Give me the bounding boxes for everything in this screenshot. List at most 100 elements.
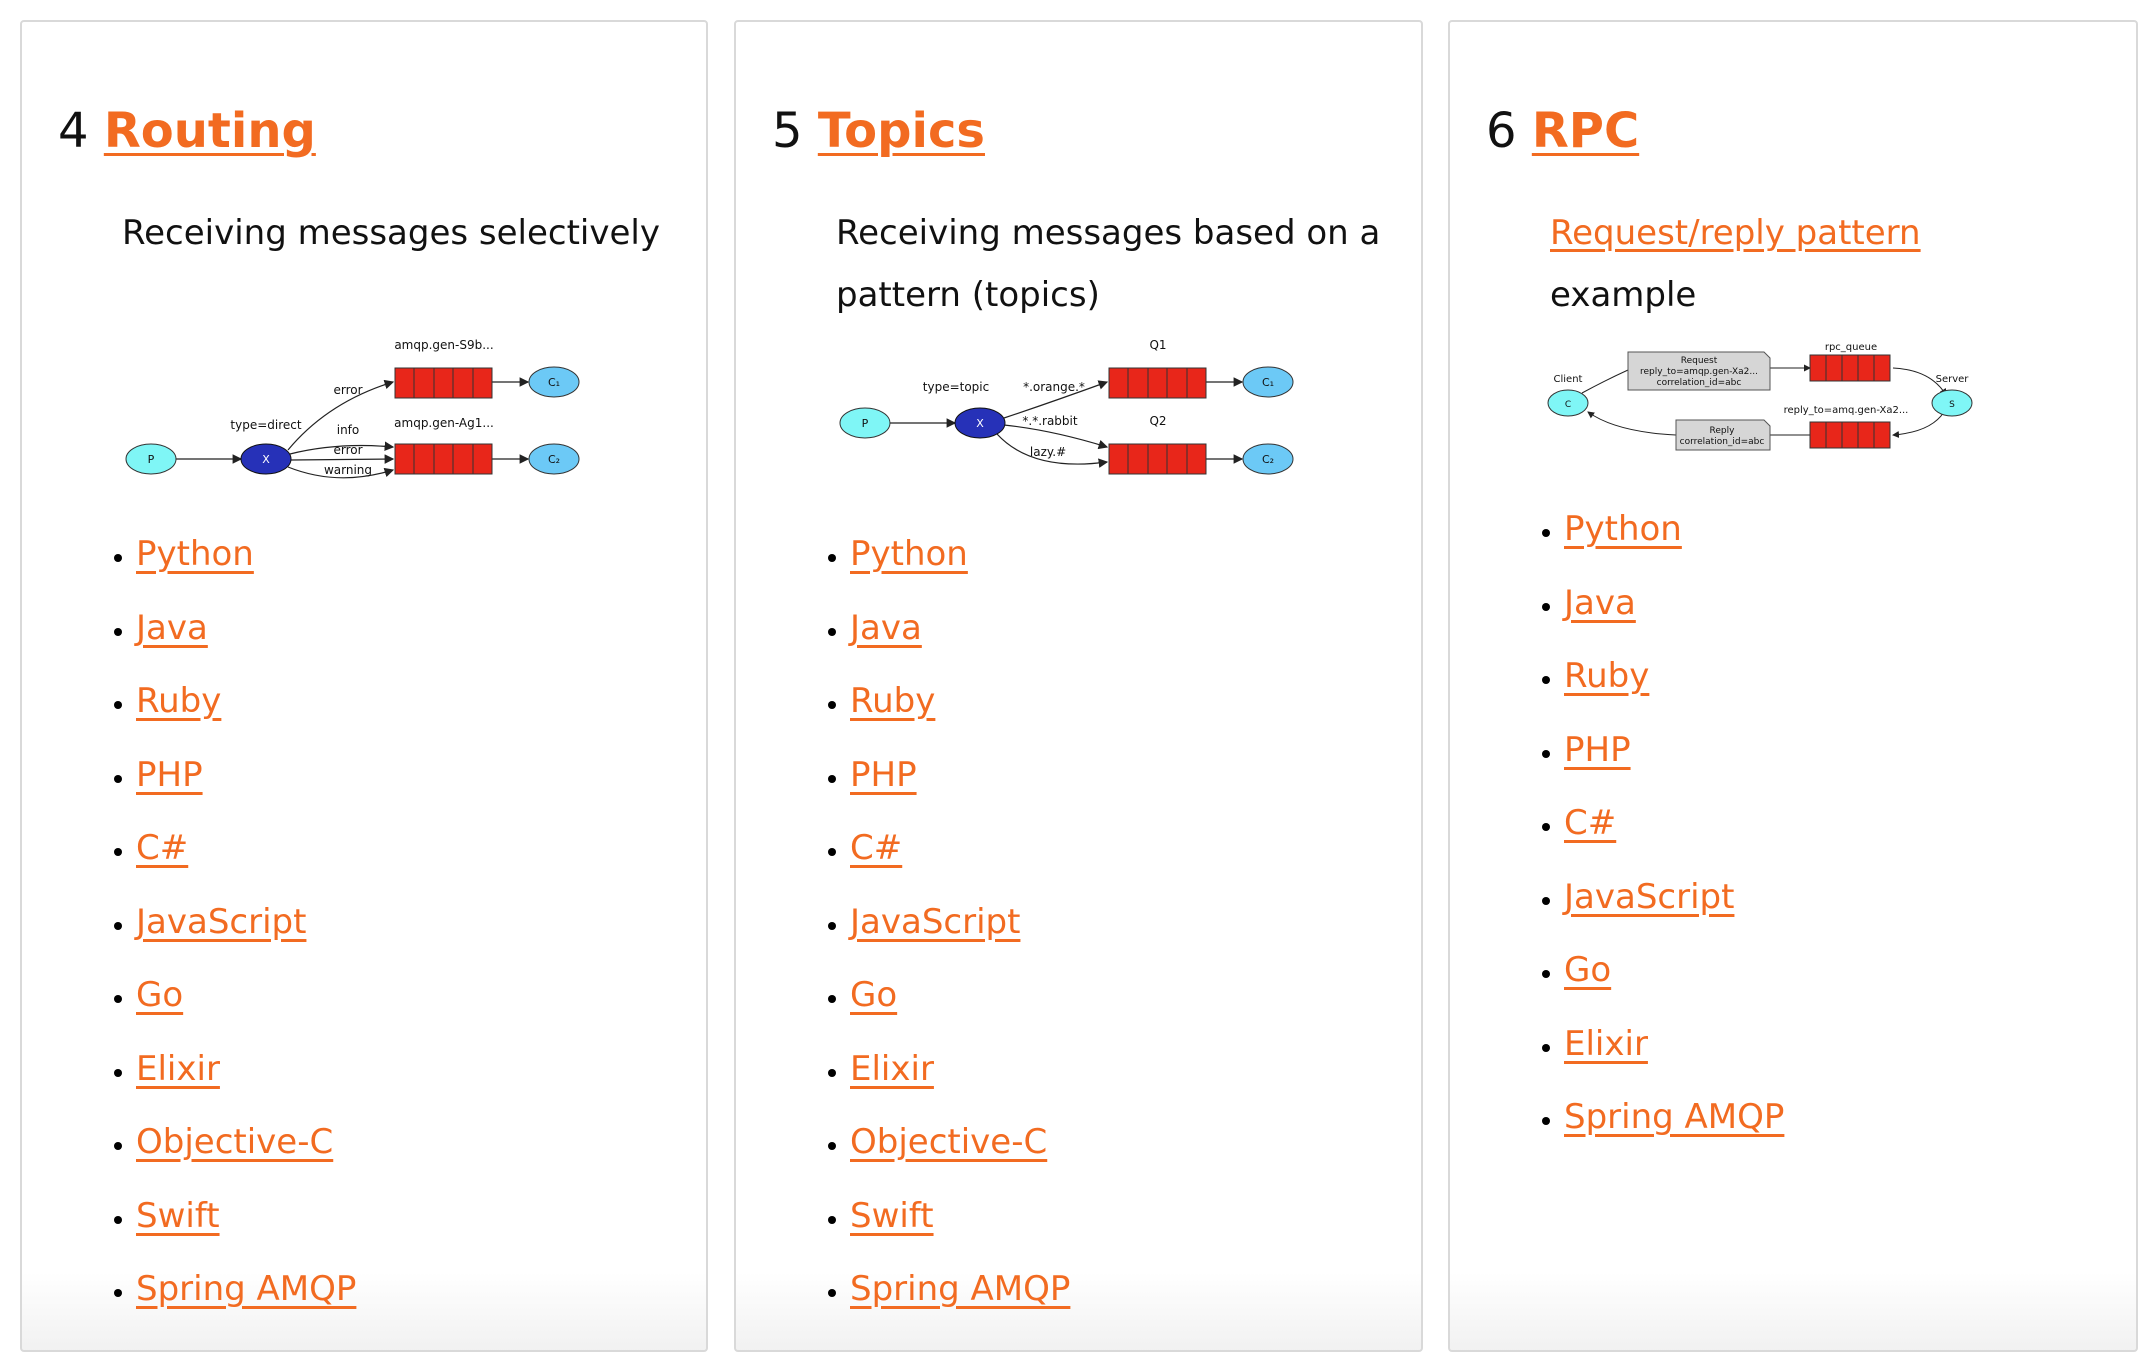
edge-client-request <box>1581 369 1629 394</box>
language-link-go[interactable]: Go <box>1564 950 1611 990</box>
language-link-java[interactable]: Java <box>136 608 208 648</box>
list-item: Objective-C <box>136 1106 356 1180</box>
language-link-swift[interactable]: Swift <box>136 1196 220 1236</box>
language-link-ruby[interactable]: Ruby <box>1564 656 1649 696</box>
edge-label-q1: *.orange.* <box>1023 380 1085 394</box>
server-node-label: S <box>1949 400 1955 410</box>
topics-diagram: P X type=topic Q1 Q2 *.orange.* *.*.rabb… <box>839 338 1294 475</box>
language-link-python[interactable]: Python <box>850 534 968 574</box>
language-link-csharp[interactable]: C# <box>1564 803 1616 843</box>
language-link-javascript[interactable]: JavaScript <box>850 902 1020 942</box>
language-list: Python Java Ruby PHP C# JavaScript Go El… <box>98 518 356 1327</box>
edge-reply-client <box>1587 411 1677 436</box>
exchange-type-label: type=direct <box>230 418 301 432</box>
exchange-node-label: X <box>976 417 984 430</box>
list-item: Go <box>1564 934 1784 1008</box>
language-link-python[interactable]: Python <box>136 534 254 574</box>
list-item: Python <box>136 518 356 592</box>
edge-label-q2-error: error <box>333 443 362 457</box>
queue2-label: amqp.gen-Ag1... <box>394 416 494 430</box>
language-link-swift[interactable]: Swift <box>850 1196 934 1236</box>
language-link-go[interactable]: Go <box>136 975 183 1015</box>
exchange-type-label: type=topic <box>923 380 989 394</box>
list-item: Ruby <box>850 665 1070 739</box>
edge-x-q2-rabbit <box>1003 424 1109 450</box>
edge-label-q2-info: info <box>337 423 360 437</box>
tutorial-card-routing: 4 Routing Receiving messages selectively… <box>20 20 708 1352</box>
consumer1-label: C₁ <box>1262 376 1274 389</box>
language-link-ruby[interactable]: Ruby <box>136 681 221 721</box>
language-link-javascript[interactable]: JavaScript <box>136 902 306 942</box>
routing-diagram: P X type=direct amqp.gen-S9b... amqp.gen… <box>125 338 580 479</box>
language-link-java[interactable]: Java <box>1564 583 1636 623</box>
card-title-link[interactable]: Routing <box>104 103 316 159</box>
queue1-label: Q1 <box>1149 338 1166 352</box>
card-description: Receiving messages selectively <box>122 213 660 253</box>
language-link-spring-amqp[interactable]: Spring AMQP <box>850 1269 1070 1309</box>
list-item: Java <box>136 592 356 666</box>
language-link-elixir[interactable]: Elixir <box>850 1049 934 1089</box>
rpc-queue-label: rpc_queue <box>1825 342 1877 353</box>
list-item: Elixir <box>850 1033 1070 1107</box>
request-line2: reply_to=amqp.gen-Xa2... <box>1640 367 1758 377</box>
language-link-csharp[interactable]: C# <box>850 828 902 868</box>
request-reply-link[interactable]: Request/reply pattern <box>1550 213 1921 253</box>
language-link-php[interactable]: PHP <box>136 755 203 795</box>
list-item: Spring AMQP <box>136 1253 356 1327</box>
list-item: Java <box>850 592 1070 666</box>
list-item: JavaScript <box>1564 861 1784 935</box>
consumer1-label: C₁ <box>548 376 560 389</box>
list-item: Python <box>1564 493 1784 567</box>
list-item: Python <box>850 518 1070 592</box>
list-item: Ruby <box>1564 640 1784 714</box>
consumer2-label: C₂ <box>1262 453 1274 466</box>
tutorial-card-topics: 5 Topics Receiving messages based on a p… <box>734 20 1423 1352</box>
queue1-node <box>394 367 493 399</box>
language-link-ruby[interactable]: Ruby <box>850 681 935 721</box>
language-link-csharp[interactable]: C# <box>136 828 188 868</box>
queue1-label: amqp.gen-S9b... <box>394 338 493 352</box>
rpc-queue-node <box>1809 354 1891 382</box>
list-item: PHP <box>850 739 1070 813</box>
language-link-go[interactable]: Go <box>850 975 897 1015</box>
language-link-php[interactable]: PHP <box>850 755 917 795</box>
list-item: C# <box>1564 787 1784 861</box>
language-link-java[interactable]: Java <box>850 608 922 648</box>
edge-label-q2-rabbit: *.*.rabbit <box>1022 414 1077 428</box>
card-description: Receiving messages based on a pattern (t… <box>836 213 1381 315</box>
request-line3: correlation_id=abc <box>1657 378 1742 388</box>
producer-label: P <box>862 417 869 430</box>
list-item: JavaScript <box>850 886 1070 960</box>
list-item: Elixir <box>1564 1008 1784 1082</box>
edge-label-q2-warning: warning <box>324 463 372 477</box>
language-link-elixir[interactable]: Elixir <box>1564 1024 1648 1064</box>
language-link-objective-c[interactable]: Objective-C <box>136 1122 333 1162</box>
queue2-node <box>1108 443 1207 475</box>
language-link-python[interactable]: Python <box>1564 509 1682 549</box>
language-link-javascript[interactable]: JavaScript <box>1564 877 1734 917</box>
rpc-diagram: Client C Request reply_to=amqp.gen-Xa2..… <box>1547 342 1973 451</box>
language-link-spring-amqp[interactable]: Spring AMQP <box>136 1269 356 1309</box>
language-list: Python Java Ruby PHP C# JavaScript Go El… <box>812 518 1070 1327</box>
queue1-node <box>1108 367 1207 399</box>
list-item: Swift <box>850 1180 1070 1254</box>
list-item: Objective-C <box>850 1106 1070 1180</box>
list-item: Ruby <box>136 665 356 739</box>
list-item: Swift <box>136 1180 356 1254</box>
reply-queue-node <box>1809 421 1891 449</box>
language-link-elixir[interactable]: Elixir <box>136 1049 220 1089</box>
client-label: Client <box>1554 374 1583 385</box>
queue2-label: Q2 <box>1149 414 1166 428</box>
language-link-spring-amqp[interactable]: Spring AMQP <box>1564 1097 1784 1137</box>
language-link-objective-c[interactable]: Objective-C <box>850 1122 1047 1162</box>
card-title-link[interactable]: RPC <box>1532 103 1639 159</box>
list-item: Spring AMQP <box>1564 1081 1784 1155</box>
list-item: JavaScript <box>136 886 356 960</box>
language-link-php[interactable]: PHP <box>1564 730 1631 770</box>
list-item: C# <box>850 812 1070 886</box>
description-suffix: example <box>1550 275 1697 315</box>
edge-label-q2-lazy: lazy.# <box>1030 445 1066 459</box>
card-title-link[interactable]: Topics <box>818 103 985 159</box>
list-item: Go <box>850 959 1070 1033</box>
queue2-node <box>394 443 493 475</box>
